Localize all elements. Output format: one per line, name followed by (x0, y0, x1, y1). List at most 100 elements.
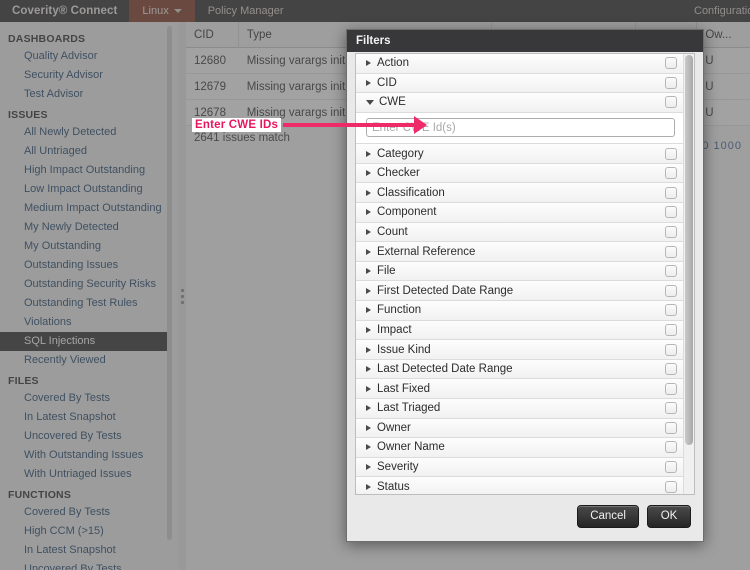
sidebar-item-my-outstanding[interactable]: My Outstanding (0, 237, 178, 256)
sidebar-item-test-advisor[interactable]: Test Advisor (0, 85, 178, 104)
filter-row-category[interactable]: Category (356, 144, 683, 164)
chevron-right-icon[interactable] (366, 307, 371, 314)
filter-row-last-fixed[interactable]: Last Fixed (356, 379, 683, 399)
sidebar-item-outstanding-test-rules[interactable]: Outstanding Test Rules (0, 294, 178, 313)
filter-row-function[interactable]: Function (356, 301, 683, 321)
chevron-right-icon[interactable] (366, 189, 371, 196)
sidebar-item-outstanding-security-risks[interactable]: Outstanding Security Risks (0, 275, 178, 294)
filter-checkbox-issue-kind[interactable] (665, 343, 677, 356)
filter-row-action[interactable]: Action (356, 54, 683, 74)
filter-row-status[interactable]: Status (356, 477, 683, 494)
filters-scrollbar-thumb[interactable] (685, 55, 693, 445)
filter-checkbox-action[interactable] (665, 57, 677, 70)
sidebar-item-violations[interactable]: Violations (0, 313, 178, 332)
sidebar-item-all-untriaged[interactable]: All Untriaged (0, 142, 178, 161)
configuration-menu[interactable]: Configuration (694, 0, 750, 22)
filter-row-severity[interactable]: Severity (356, 457, 683, 478)
filter-row-first-detected-date-range[interactable]: First Detected Date Range (356, 281, 683, 302)
sidebar-item-uncovered-by-tests[interactable]: Uncovered By Tests (0, 560, 178, 570)
sidebar-item-sql-injections[interactable]: SQL Injections (0, 332, 168, 351)
sidebar-item-medium-impact-outstanding[interactable]: Medium Impact Outstanding (0, 199, 178, 218)
chevron-right-icon[interactable] (366, 228, 371, 235)
chevron-right-icon[interactable] (366, 326, 371, 333)
sidebar-item-low-impact-outstanding[interactable]: Low Impact Outstanding (0, 180, 178, 199)
column-header-owner[interactable]: Ow... (697, 22, 750, 48)
filter-row-issue-kind[interactable]: Issue Kind (356, 340, 683, 360)
sidebar-item-uncovered-by-tests[interactable]: Uncovered By Tests (0, 427, 178, 446)
filter-row-last-triaged[interactable]: Last Triaged (356, 399, 683, 419)
chevron-right-icon[interactable] (366, 287, 371, 294)
chevron-right-icon[interactable] (366, 483, 371, 490)
filter-checkbox-function[interactable] (665, 304, 677, 317)
chevron-right-icon[interactable] (366, 444, 371, 451)
filter-row-file[interactable]: File (356, 261, 683, 282)
filter-row-owner[interactable]: Owner (356, 418, 683, 439)
filter-checkbox-count[interactable] (665, 225, 677, 238)
sidebar-item-with-outstanding-issues[interactable]: With Outstanding Issues (0, 446, 178, 465)
cell-owner: U (705, 106, 714, 119)
filter-checkbox-owner-name[interactable] (665, 441, 677, 454)
chevron-right-icon[interactable] (366, 150, 371, 157)
nav-tab-linux[interactable]: Linux (129, 0, 195, 22)
chevron-right-icon[interactable] (366, 464, 371, 471)
chevron-down-icon[interactable] (366, 99, 374, 105)
sidebar-splitter-handle[interactable] (178, 22, 186, 570)
sidebar-item-security-advisor[interactable]: Security Advisor (0, 66, 178, 85)
chevron-right-icon[interactable] (366, 366, 371, 373)
filter-checkbox-owner[interactable] (665, 421, 677, 434)
filters-scrollbar[interactable] (683, 54, 694, 494)
sidebar-item-in-latest-snapshot[interactable]: In Latest Snapshot (0, 408, 178, 427)
sidebar-item-quality-advisor[interactable]: Quality Advisor (0, 47, 178, 66)
chevron-right-icon[interactable] (366, 268, 371, 275)
filter-checkbox-classification[interactable] (665, 186, 677, 199)
sidebar-scrollbar[interactable] (167, 26, 172, 540)
filter-checkbox-impact[interactable] (665, 323, 677, 336)
sidebar-item-covered-by-tests[interactable]: Covered By Tests (0, 389, 178, 408)
filter-checkbox-external-reference[interactable] (665, 245, 677, 258)
cancel-button[interactable]: Cancel (577, 504, 639, 528)
chevron-right-icon[interactable] (366, 60, 371, 67)
filter-row-owner-name[interactable]: Owner Name (356, 438, 683, 458)
sidebar-item-high-ccm-15[interactable]: High CCM (>15) (0, 522, 178, 541)
filter-row-count[interactable]: Count (356, 222, 683, 243)
filter-row-cwe[interactable]: CWE (356, 93, 683, 113)
filter-row-component[interactable]: Component (356, 203, 683, 223)
filter-row-impact[interactable]: Impact (356, 320, 683, 341)
filter-checkbox-component[interactable] (665, 206, 677, 219)
filter-checkbox-cwe[interactable] (665, 96, 677, 109)
sidebar-item-my-newly-detected[interactable]: My Newly Detected (0, 218, 178, 237)
column-header-cid[interactable]: CID (186, 22, 239, 48)
chevron-right-icon[interactable] (366, 424, 371, 431)
sidebar-item-recently-viewed[interactable]: Recently Viewed (0, 351, 178, 370)
chevron-right-icon[interactable] (366, 385, 371, 392)
sidebar-item-covered-by-tests[interactable]: Covered By Tests (0, 503, 178, 522)
filter-row-cid[interactable]: CID (356, 73, 683, 94)
sidebar-item-high-impact-outstanding[interactable]: High Impact Outstanding (0, 161, 178, 180)
filter-row-last-detected-date-range[interactable]: Last Detected Date Range (356, 359, 683, 380)
filter-checkbox-severity[interactable] (665, 461, 677, 474)
filter-checkbox-status[interactable] (665, 480, 677, 493)
ok-button[interactable]: OK (647, 504, 691, 528)
sidebar-item-in-latest-snapshot[interactable]: In Latest Snapshot (0, 541, 178, 560)
sidebar-item-outstanding-issues[interactable]: Outstanding Issues (0, 256, 178, 275)
nav-tab-policy-manager[interactable]: Policy Manager (195, 0, 297, 22)
chevron-right-icon[interactable] (366, 170, 371, 177)
filter-checkbox-cid[interactable] (665, 76, 677, 89)
chevron-right-icon[interactable] (366, 346, 371, 353)
filter-row-checker[interactable]: Checker (356, 163, 683, 184)
filter-checkbox-last-detected-date-range[interactable] (665, 363, 677, 376)
filter-checkbox-first-detected-date-range[interactable] (665, 284, 677, 297)
filter-row-classification[interactable]: Classification (356, 183, 683, 204)
chevron-right-icon[interactable] (366, 248, 371, 255)
sidebar-item-with-untriaged-issues[interactable]: With Untriaged Issues (0, 465, 178, 484)
filter-checkbox-checker[interactable] (665, 167, 677, 180)
sidebar-item-all-newly-detected[interactable]: All Newly Detected (0, 123, 178, 142)
filter-checkbox-last-triaged[interactable] (665, 402, 677, 415)
chevron-right-icon[interactable] (366, 209, 371, 216)
chevron-right-icon[interactable] (366, 79, 371, 86)
filter-row-external-reference[interactable]: External Reference (356, 242, 683, 262)
filter-checkbox-category[interactable] (665, 147, 677, 160)
filter-checkbox-file[interactable] (665, 265, 677, 278)
filter-checkbox-last-fixed[interactable] (665, 382, 677, 395)
chevron-right-icon[interactable] (366, 405, 371, 412)
